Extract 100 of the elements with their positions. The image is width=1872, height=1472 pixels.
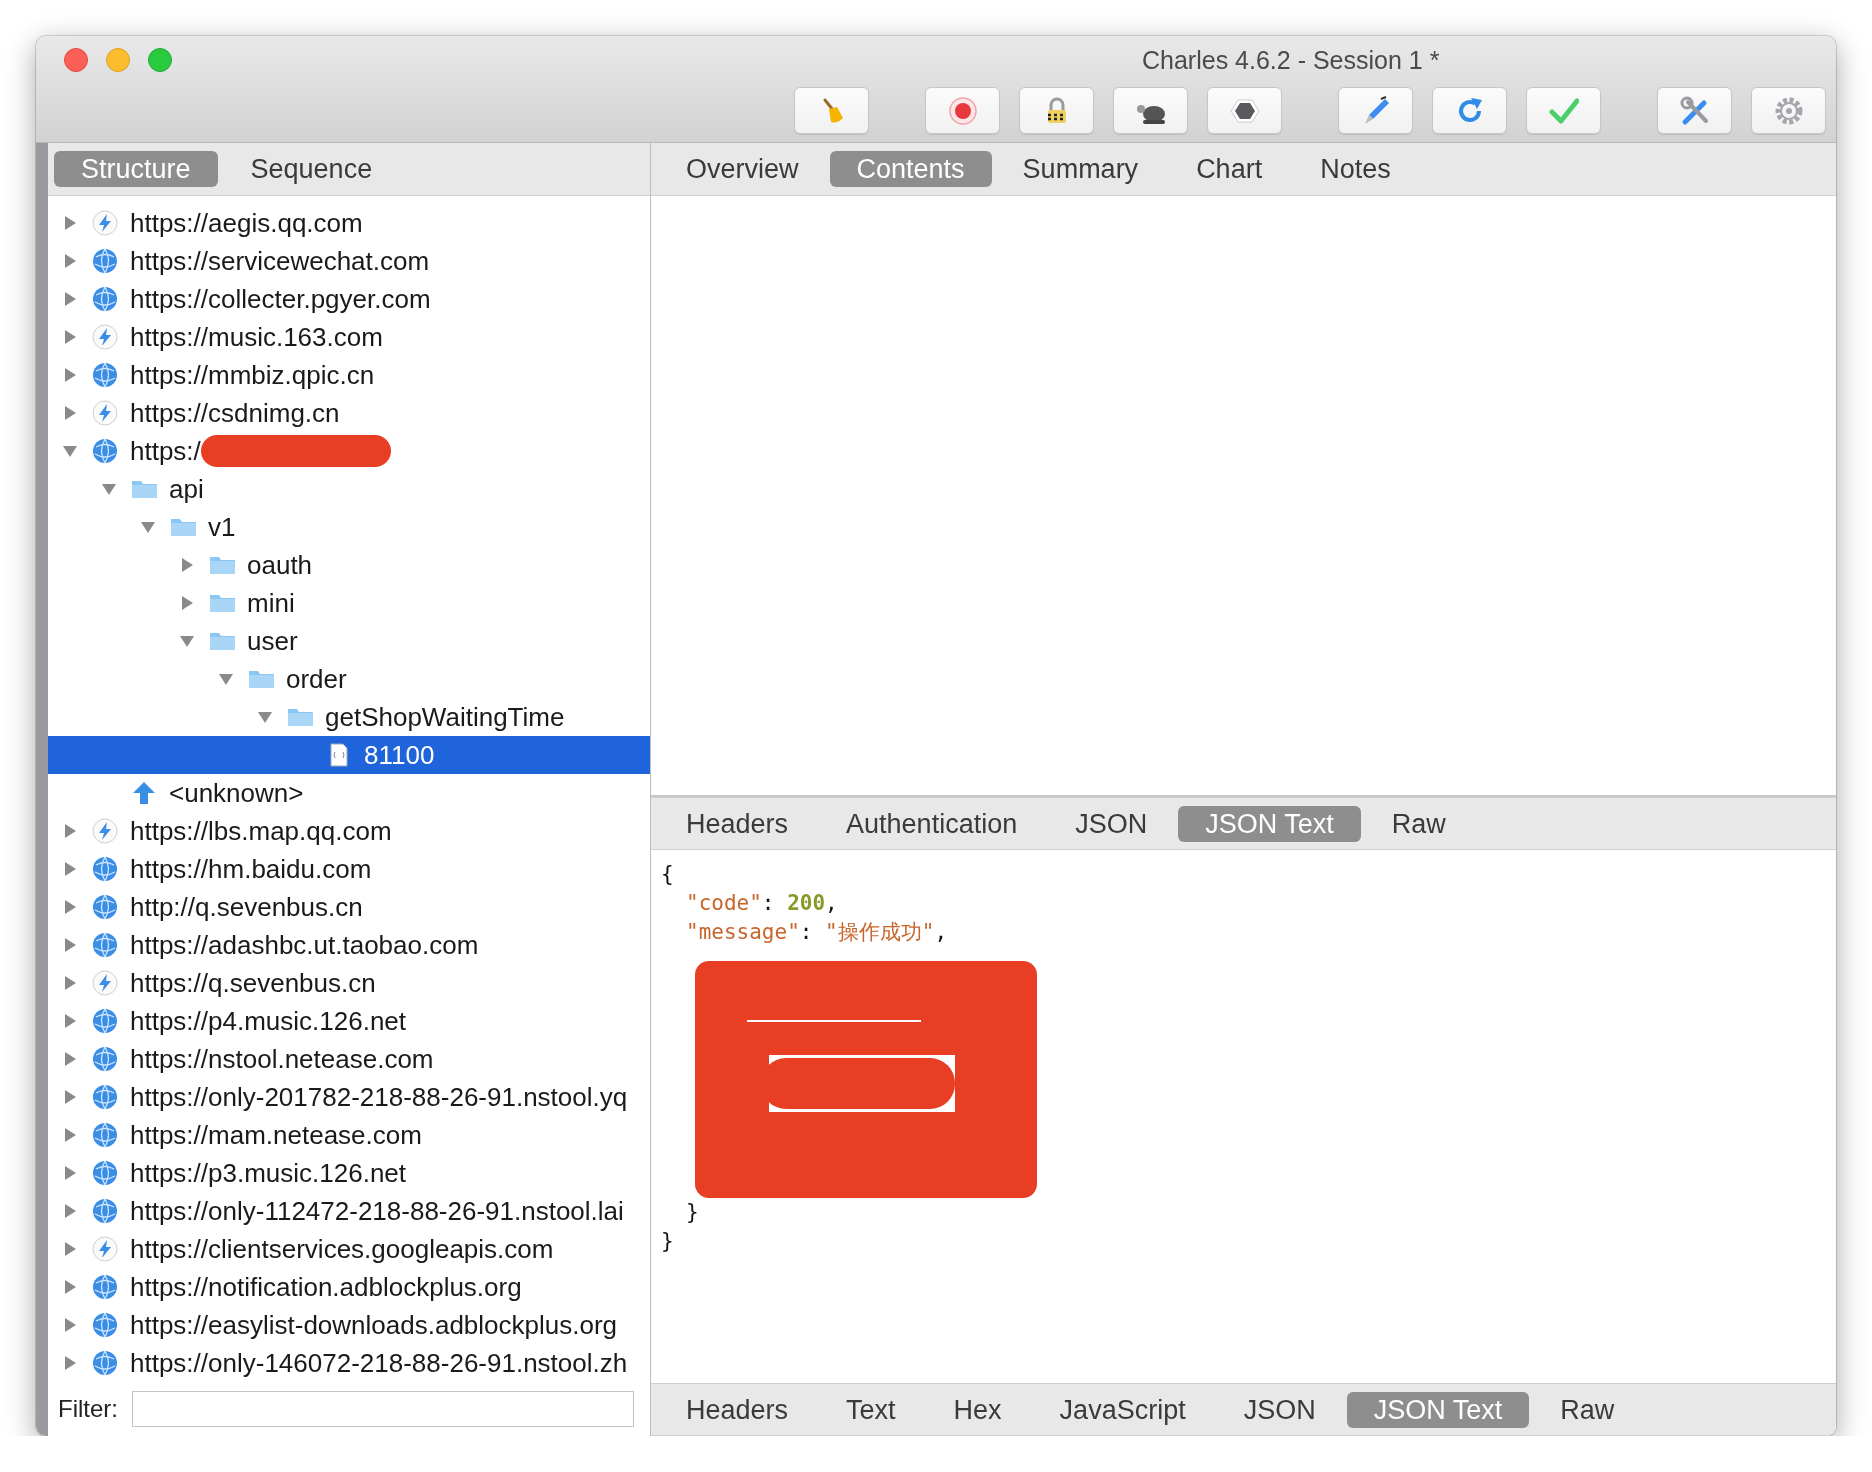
tree-row[interactable]: https://adashbc.ut.taobao.com xyxy=(48,926,650,964)
broom-button[interactable] xyxy=(794,87,869,134)
disclosure-icon[interactable] xyxy=(62,329,78,345)
tree-row[interactable]: https://only-201782-218-88-26-91.nstool.yq xyxy=(48,1078,650,1116)
zoom-button[interactable] xyxy=(148,48,172,72)
tab[interactable]: Chart xyxy=(1169,151,1290,187)
disclosure-icon[interactable] xyxy=(62,443,78,459)
lightning-icon xyxy=(92,210,118,236)
disclosure-icon[interactable] xyxy=(62,367,78,383)
tab[interactable]: Headers xyxy=(659,1391,816,1428)
tree-row[interactable]: https://only-146072-218-88-26-91.nstool.zh xyxy=(48,1344,650,1382)
tab[interactable]: Text xyxy=(819,1391,923,1428)
disclosure-icon[interactable] xyxy=(62,937,78,953)
tree-row[interactable]: <unknown> xyxy=(48,774,650,812)
node-label: getShopWaitingTime xyxy=(325,701,565,733)
tab[interactable]: JavaScript xyxy=(1032,1391,1213,1428)
tree-row[interactable]: v1 xyxy=(48,508,650,546)
node-label: oauth xyxy=(247,549,313,581)
disclosure-icon[interactable] xyxy=(62,1317,78,1333)
turtle-button[interactable] xyxy=(1113,87,1188,134)
refresh-button[interactable] xyxy=(1432,87,1507,134)
tree-row[interactable]: oauth xyxy=(48,546,650,584)
tab[interactable]: Sequence xyxy=(223,151,400,187)
tree-row[interactable]: https://q.sevenbus.cn xyxy=(48,964,650,1002)
tree-row[interactable]: https://hm.baidu.com xyxy=(48,850,650,888)
disclosure-icon[interactable] xyxy=(62,861,78,877)
tree-row[interactable]: https://only-112472-218-88-26-91.nstool.lai xyxy=(48,1192,650,1230)
tree-row[interactable]: https://p4.music.126.net xyxy=(48,1002,650,1040)
tree-row[interactable]: https://nstool.netease.com xyxy=(48,1040,650,1078)
disclosure-icon[interactable] xyxy=(140,519,156,535)
tab[interactable]: Headers xyxy=(659,805,816,842)
disclosure-icon[interactable] xyxy=(62,1355,78,1371)
disclosure-icon[interactable] xyxy=(62,899,78,915)
tree-row[interactable]: https://aegis.qq.com xyxy=(48,204,650,242)
tree-row[interactable]: https://music.163.com xyxy=(48,318,650,356)
tree-row[interactable]: https://p3.music.126.net xyxy=(48,1154,650,1192)
globe-icon xyxy=(92,362,118,388)
tree-row[interactable]: user xyxy=(48,622,650,660)
disclosure-icon[interactable] xyxy=(101,481,117,497)
node-label: https://p3.music.126.net xyxy=(130,1157,407,1189)
disclosure-icon[interactable] xyxy=(62,215,78,231)
disclosure-icon[interactable] xyxy=(179,595,195,611)
tree-row[interactable]: https:/ xyxy=(48,432,650,470)
tree-row[interactable]: https://notification.adblockplus.org xyxy=(48,1268,650,1306)
tree-row[interactable]: http://q.sevenbus.cn xyxy=(48,888,650,926)
disclosure-icon[interactable] xyxy=(62,1013,78,1029)
disclosure-icon[interactable] xyxy=(62,1051,78,1067)
disclosure-icon[interactable] xyxy=(62,1279,78,1295)
disclosure-icon[interactable] xyxy=(62,405,78,421)
tree-row[interactable]: api xyxy=(48,470,650,508)
disclosure-icon[interactable] xyxy=(179,633,195,649)
tab[interactable]: JSON xyxy=(1048,805,1175,842)
node-label: v1 xyxy=(208,511,236,543)
close-button[interactable] xyxy=(64,48,88,72)
tab[interactable]: Raw xyxy=(1364,805,1473,842)
node-label: <unknown> xyxy=(169,777,304,809)
tree-row[interactable]: https://easylist-downloads.adblockplus.org xyxy=(48,1306,650,1344)
tree-row[interactable]: https://collecter.pgyer.com xyxy=(48,280,650,318)
tab[interactable]: Raw xyxy=(1533,1391,1642,1428)
disclosure-icon[interactable] xyxy=(62,1203,78,1219)
tab[interactable]: Notes xyxy=(1293,151,1418,187)
tree-row[interactable]: 81100 xyxy=(48,736,650,774)
disclosure-icon[interactable] xyxy=(179,557,195,573)
node-label: https://csdnimg.cn xyxy=(130,397,340,429)
disclosure-icon[interactable] xyxy=(257,709,273,725)
record-button[interactable] xyxy=(925,87,1000,134)
tree-row[interactable]: order xyxy=(48,660,650,698)
lock-button[interactable] xyxy=(1019,87,1094,134)
checkmark-button[interactable] xyxy=(1526,87,1601,134)
tab[interactable]: Authentication xyxy=(819,805,1045,842)
disclosure-icon[interactable] xyxy=(62,1241,78,1257)
disclosure-icon[interactable] xyxy=(62,823,78,839)
pen-button[interactable] xyxy=(1338,87,1413,134)
tree-row[interactable]: https://lbs.map.qq.com xyxy=(48,812,650,850)
globe-icon xyxy=(92,1046,118,1072)
disclosure-icon[interactable] xyxy=(62,291,78,307)
filter-field[interactable] xyxy=(132,1391,634,1427)
disclosure-icon[interactable] xyxy=(62,1089,78,1105)
node-label: mini xyxy=(247,587,295,619)
tools-button[interactable] xyxy=(1657,87,1732,134)
hexagon-button[interactable] xyxy=(1207,87,1282,134)
disclosure-icon[interactable] xyxy=(62,975,78,991)
tree-row[interactable]: https://mam.netease.com xyxy=(48,1116,650,1154)
tree-row[interactable]: getShopWaitingTime xyxy=(48,698,650,736)
disclosure-icon[interactable] xyxy=(62,1127,78,1143)
disclosure-icon[interactable] xyxy=(62,1165,78,1181)
tab[interactable]: Overview xyxy=(659,151,826,187)
tree-row[interactable]: https://csdnimg.cn xyxy=(48,394,650,432)
tab[interactable]: Summary xyxy=(995,151,1166,187)
node-label: https://aegis.qq.com xyxy=(130,207,363,239)
disclosure-icon[interactable] xyxy=(62,253,78,269)
tree-row[interactable]: https://servicewechat.com xyxy=(48,242,650,280)
minimize-button[interactable] xyxy=(106,48,130,72)
tab[interactable]: JSON xyxy=(1216,1391,1343,1428)
tree-row[interactable]: https://clientservices.googleapis.com xyxy=(48,1230,650,1268)
settings-button[interactable] xyxy=(1751,87,1826,134)
tab[interactable]: Hex xyxy=(926,1391,1029,1428)
disclosure-icon[interactable] xyxy=(218,671,234,687)
tree-row[interactable]: mini xyxy=(48,584,650,622)
tree-row[interactable]: https://mmbiz.qpic.cn xyxy=(48,356,650,394)
